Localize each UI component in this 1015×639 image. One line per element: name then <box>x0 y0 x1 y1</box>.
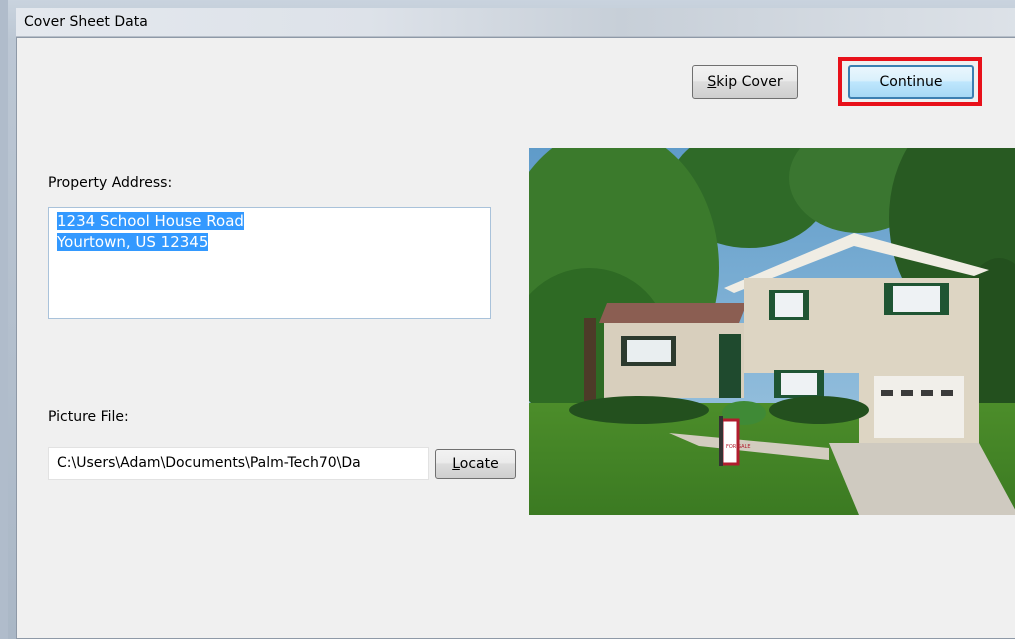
locate-button[interactable]: Locate <box>435 449 516 479</box>
locate-mnemonic: L <box>452 456 460 472</box>
skip-cover-button[interactable]: Skip Cover <box>692 65 798 99</box>
property-address-label: Property Address: <box>48 175 173 191</box>
dialog-window: Cover Sheet Data Skip Cover Continue Pro… <box>0 0 1015 639</box>
address-line-2: Yourtown, US 12345 <box>57 233 209 251</box>
picture-file-input[interactable]: C:\Users\Adam\Documents\Palm-Tech70\Da <box>48 447 429 480</box>
address-line-1: 1234 School House Road <box>57 212 244 230</box>
property-address-field[interactable]: 1234 School House Road Yourtown, US 1234… <box>48 207 491 319</box>
skip-cover-mnemonic: S <box>707 74 717 90</box>
skip-cover-label: kip Cover <box>716 74 783 90</box>
locate-label: ocate <box>459 456 499 472</box>
house-photo: FOR SALE <box>529 148 1015 515</box>
house-photo-icon: FOR SALE <box>529 148 1015 515</box>
title-bar[interactable]: Cover Sheet Data <box>16 8 1015 37</box>
continue-button[interactable]: Continue <box>848 65 974 99</box>
sign-text: FOR SALE <box>726 444 751 450</box>
dialog-body: Skip Cover Continue Property Address: 12… <box>16 37 1015 639</box>
window-title: Cover Sheet Data <box>24 14 148 30</box>
picture-file-label: Picture File: <box>48 409 129 425</box>
